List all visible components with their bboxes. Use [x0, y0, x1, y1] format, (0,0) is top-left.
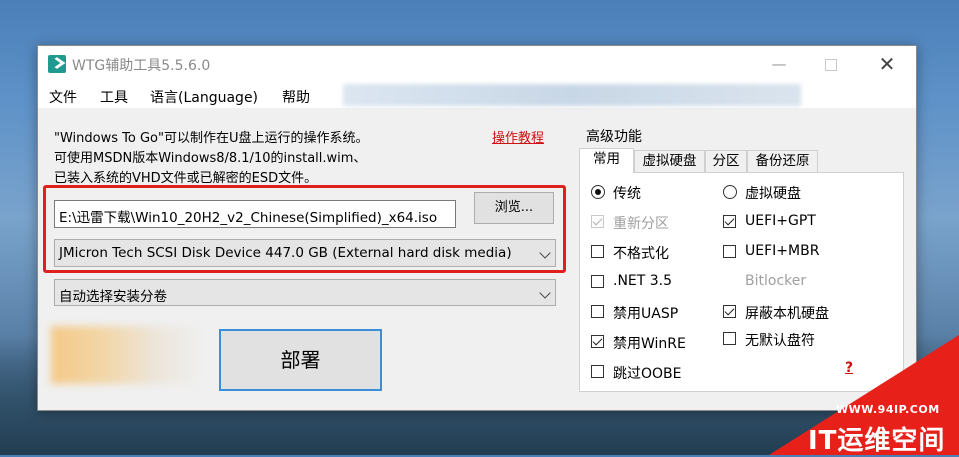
- title-bar[interactable]: WTG辅助工具5.5.6.0 — ✕: [38, 46, 916, 82]
- tab-virtual-disk[interactable]: 虚拟硬盘: [634, 150, 705, 172]
- checkbox-indicator: [723, 215, 736, 228]
- checkbox-indicator: [591, 305, 604, 318]
- disk-select[interactable]: JMicron Tech SCSI Disk Device 447.0 GB (…: [54, 239, 556, 267]
- checkbox-indicator: [723, 245, 736, 258]
- menu-help[interactable]: 帮助: [282, 87, 310, 107]
- tab-partition[interactable]: 分区: [705, 150, 747, 172]
- minimize-button[interactable]: —: [756, 46, 802, 82]
- radio-indicator: [723, 185, 737, 199]
- app-icon: [48, 55, 66, 73]
- tab-backup-restore[interactable]: 备份还原: [747, 150, 818, 172]
- menu-bar: 文件 工具 语言(Language) 帮助: [38, 82, 916, 108]
- description-line-3: 已装入系统的VHD文件或已解密的ESD文件。: [54, 171, 318, 186]
- window-title: WTG辅助工具5.5.6.0: [72, 58, 211, 74]
- menu-tools[interactable]: 工具: [100, 87, 128, 107]
- maximize-button[interactable]: [808, 46, 854, 82]
- chevron-down-icon: [539, 247, 551, 259]
- volume-select-value: 自动选择安装分卷: [59, 289, 167, 305]
- checkbox-indicator: [591, 335, 604, 348]
- radio-indicator: [591, 185, 605, 199]
- maximize-icon: [825, 58, 837, 71]
- description-line-2: 可使用MSDN版本Windows8/8.1/10的install.wim、: [54, 151, 367, 166]
- checkbox-indicator: [591, 275, 604, 288]
- deploy-button[interactable]: 部署: [219, 329, 382, 391]
- tab-common[interactable]: 常用: [579, 148, 634, 173]
- checkbox-indicator: [723, 305, 736, 318]
- watermark-url: WWW.94IP.COM: [836, 403, 940, 416]
- description-line-1: "Windows To Go"可以制作在U盘上运行的操作系统。: [54, 131, 369, 146]
- menu-file[interactable]: 文件: [49, 87, 77, 107]
- tutorial-link[interactable]: 操作教程: [492, 127, 544, 146]
- checkbox-indicator: [723, 332, 736, 345]
- advanced-group-label: 高级功能: [586, 129, 642, 145]
- chevron-down-icon: [539, 287, 551, 299]
- checkbox-indicator: [591, 365, 604, 378]
- menu-language[interactable]: 语言(Language): [150, 87, 258, 107]
- checkbox-indicator: [591, 245, 604, 258]
- checkbox-indicator: [591, 215, 604, 228]
- disk-select-value: JMicron Tech SCSI Disk Device 447.0 GB (…: [59, 245, 512, 261]
- close-button[interactable]: ✕: [864, 46, 910, 82]
- image-path-input[interactable]: E:\迅雷下载\Win10_20H2_v2_Chinese(Simplified…: [54, 200, 456, 228]
- browse-button[interactable]: 浏览...: [474, 192, 554, 224]
- blurred-region: [343, 84, 801, 106]
- watermark-brand: IT运维空间: [808, 426, 946, 456]
- volume-select[interactable]: 自动选择安装分卷: [54, 279, 556, 306]
- blurred-region: [51, 326, 201, 384]
